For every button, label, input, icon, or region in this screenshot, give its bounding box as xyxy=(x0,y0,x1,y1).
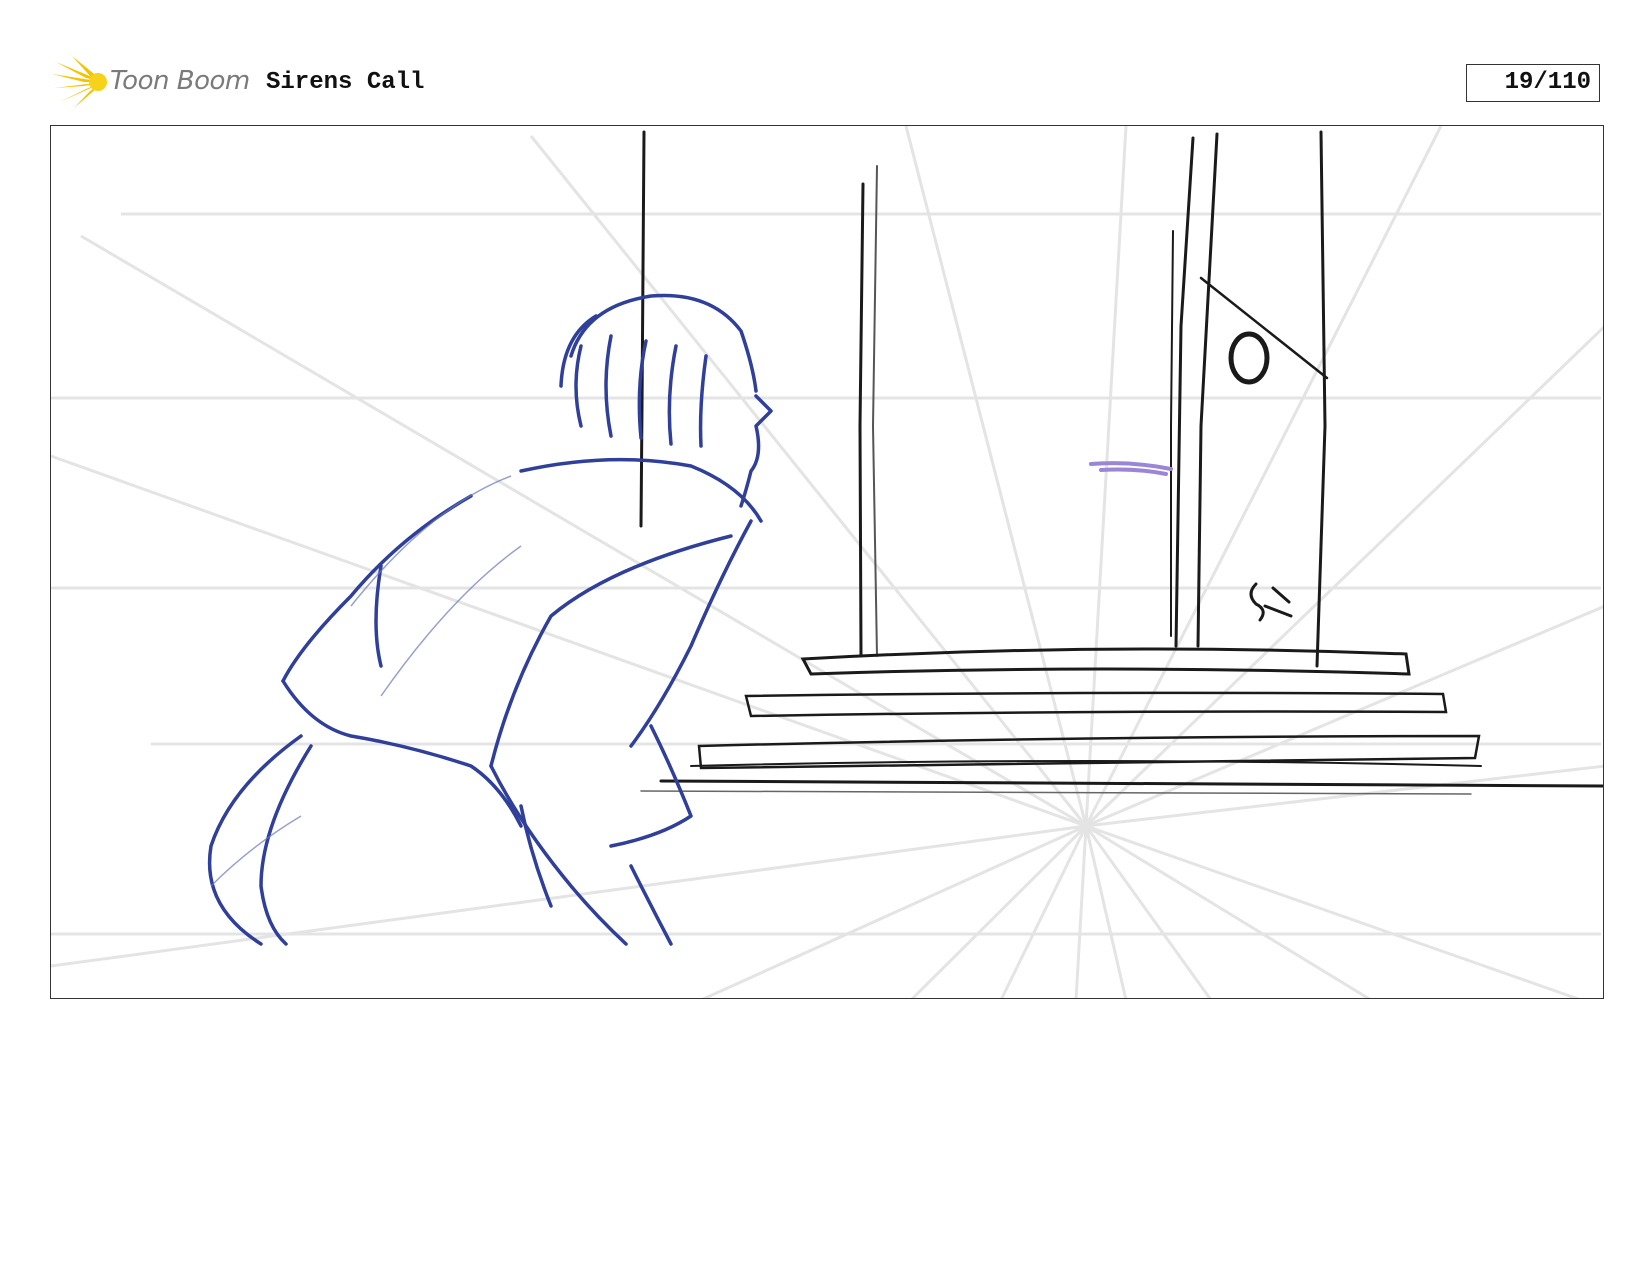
toon-boom-sun-logo-icon xyxy=(52,56,107,108)
perspective-guides xyxy=(51,126,1603,998)
page-counter: 19/110 xyxy=(1466,64,1600,102)
project-title: Sirens Call xyxy=(266,69,425,96)
character-shading xyxy=(210,475,522,887)
page-header: Toon Boom Sirens Call 19/110 xyxy=(52,56,1604,108)
storyboard-panel xyxy=(50,125,1604,999)
storyboard-sketch xyxy=(51,126,1603,998)
brand-name: Toon Boom xyxy=(110,66,250,96)
accent-mark xyxy=(1089,461,1173,476)
character-sketch xyxy=(207,293,773,946)
